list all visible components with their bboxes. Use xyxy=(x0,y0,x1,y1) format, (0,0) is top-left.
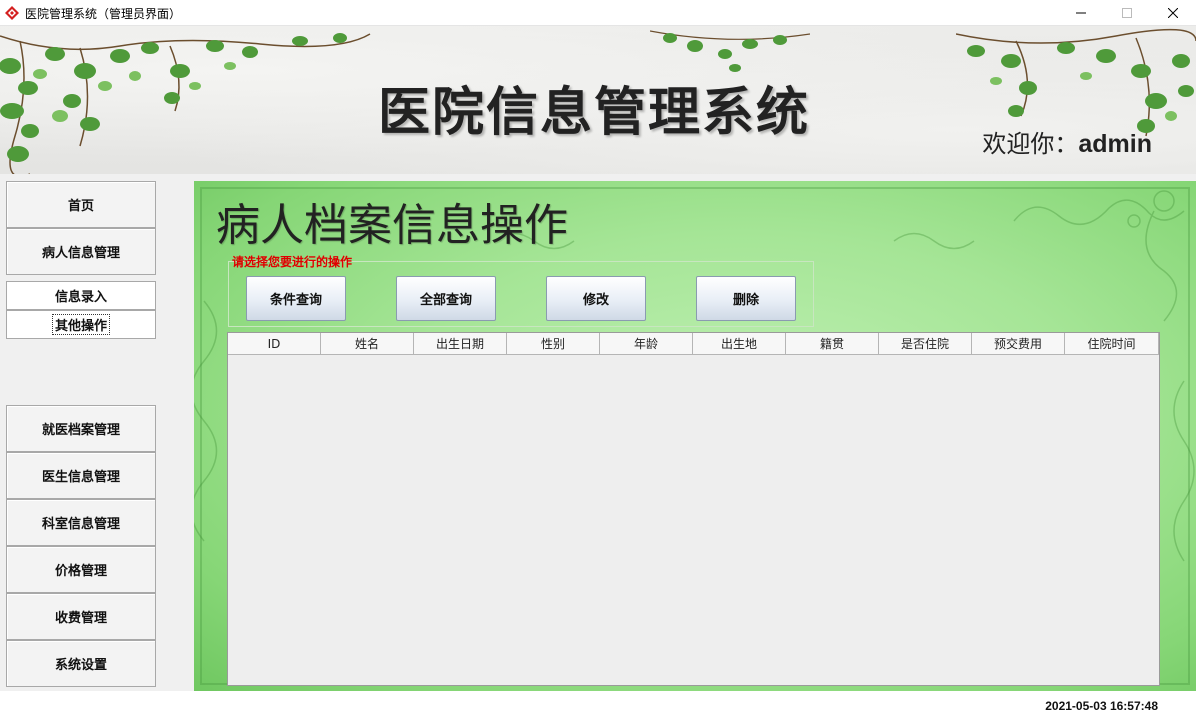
status-bar: 2021-05-03 16:57:48 xyxy=(0,691,1196,728)
close-icon xyxy=(1168,8,1178,18)
sidebar-item-medical-records[interactable]: 就医档案管理 xyxy=(6,405,156,452)
sidebar-item-patient-info[interactable]: 病人信息管理 xyxy=(6,228,156,275)
delete-button[interactable]: 删除 xyxy=(696,276,796,321)
col-header-birthdate[interactable]: 出生日期 xyxy=(414,333,507,355)
modify-button[interactable]: 修改 xyxy=(546,276,646,321)
col-header-prepaid-fee[interactable]: 预交费用 xyxy=(972,333,1065,355)
header-banner: 医院信息管理系统 欢迎你：admin xyxy=(0,26,1196,174)
maximize-button[interactable] xyxy=(1104,0,1150,26)
conditional-query-button[interactable]: 条件查询 xyxy=(246,276,346,321)
patient-records-table[interactable]: ID 姓名 出生日期 性别 年龄 出生地 籍贯 是否住院 预交费用 住院时间 xyxy=(227,332,1160,686)
col-header-native-place[interactable]: 籍贯 xyxy=(786,333,879,355)
col-header-admission-time[interactable]: 住院时间 xyxy=(1065,333,1159,355)
col-header-id[interactable]: ID xyxy=(228,333,321,355)
col-header-age[interactable]: 年龄 xyxy=(600,333,693,355)
current-datetime: 2021-05-03 16:57:48 xyxy=(1045,699,1158,713)
minimize-button[interactable] xyxy=(1058,0,1104,26)
close-button[interactable] xyxy=(1150,0,1196,26)
sidebar-item-department-info[interactable]: 科室信息管理 xyxy=(6,499,156,546)
sidebar-item-billing[interactable]: 收费管理 xyxy=(6,593,156,640)
sidebar-subitem-other-ops-label: 其他操作 xyxy=(51,314,110,335)
welcome-prefix: 欢迎你： xyxy=(982,130,1079,158)
operations-legend: 请选择您要进行的操作 xyxy=(232,255,353,269)
sidebar-item-settings[interactable]: 系统设置 xyxy=(6,640,156,687)
sidebar-subitem-other-ops[interactable]: 其他操作 xyxy=(6,310,156,339)
col-header-birthplace[interactable]: 出生地 xyxy=(693,333,786,355)
page-title: 病人档案信息操作 xyxy=(216,200,568,251)
sidebar-item-home[interactable]: 首页 xyxy=(6,181,156,228)
username: admin xyxy=(1078,130,1152,158)
welcome-message: 欢迎你：admin xyxy=(982,124,1152,159)
sidebar-subitem-info-entry[interactable]: 信息录入 xyxy=(6,281,156,310)
ivy-decoration-left xyxy=(0,33,371,174)
sidebar-item-doctor-info[interactable]: 医生信息管理 xyxy=(6,452,156,499)
col-header-name[interactable]: 姓名 xyxy=(321,333,414,355)
minimize-icon xyxy=(1076,12,1086,14)
sidebar-item-price[interactable]: 价格管理 xyxy=(6,546,156,593)
app-diamond-icon xyxy=(5,6,19,20)
window-title: 医院管理系统（管理员界面） xyxy=(25,7,182,21)
query-all-button[interactable]: 全部查询 xyxy=(396,276,496,321)
window-titlebar: 医院管理系统（管理员界面） xyxy=(0,0,1196,26)
col-header-hospitalized[interactable]: 是否住院 xyxy=(879,333,972,355)
system-title: 医院信息管理系统 xyxy=(378,82,811,143)
col-header-gender[interactable]: 性别 xyxy=(507,333,600,355)
table-header: ID 姓名 出生日期 性别 年龄 出生地 籍贯 是否住院 预交费用 住院时间 xyxy=(228,333,1159,355)
main-panel: 病人档案信息操作 请选择您要进行的操作 条件查询 全部查询 修改 删除 ID 姓… xyxy=(194,181,1196,691)
maximize-icon xyxy=(1122,8,1132,18)
